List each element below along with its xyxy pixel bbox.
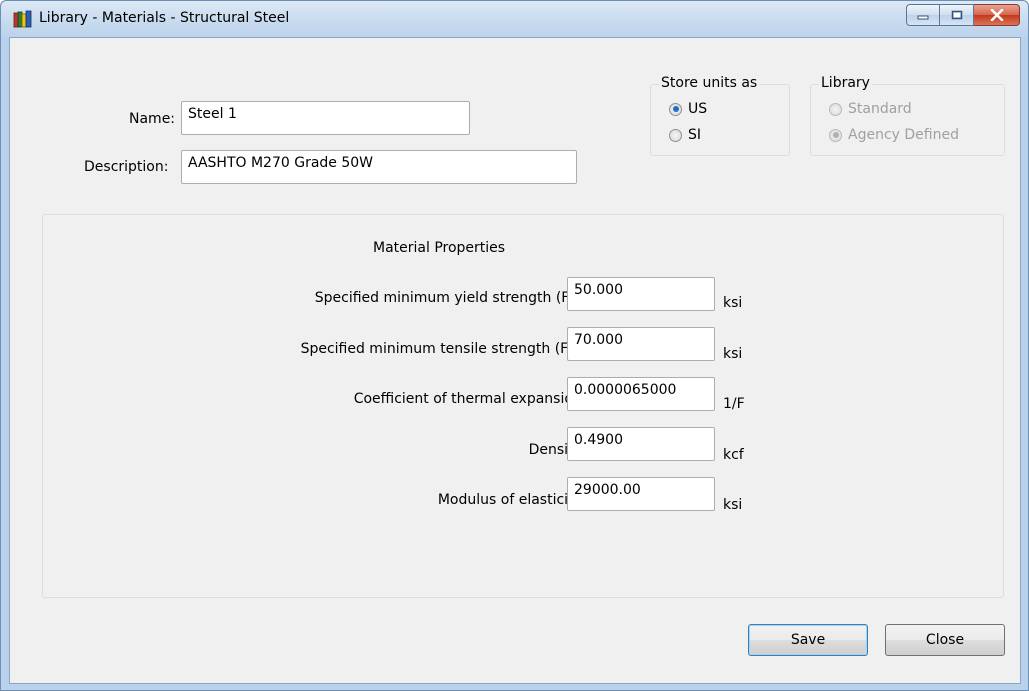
maximize-icon xyxy=(951,10,962,20)
library-option-agency-defined: Agency Defined xyxy=(829,127,959,143)
store-units-group: Store units as US SI xyxy=(650,75,790,156)
library-option-label: Standard xyxy=(848,101,912,117)
description-field[interactable]: AASHTO M270 Grade 50W xyxy=(181,150,577,184)
title-bar[interactable]: Library - Materials - Structural Steel xyxy=(1,1,1028,37)
name-label: Name: xyxy=(129,111,176,127)
close-window-button[interactable] xyxy=(974,4,1020,26)
maximize-button[interactable] xyxy=(940,4,974,26)
units-option-us[interactable]: US xyxy=(669,101,707,117)
units-option-si[interactable]: SI xyxy=(669,127,701,143)
thermal-expansion-field[interactable]: 0.0000065000 xyxy=(567,377,715,411)
radio-button[interactable] xyxy=(669,128,682,142)
units-option-label: SI xyxy=(688,127,702,143)
window-title: Library - Materials - Structural Steel xyxy=(39,10,290,26)
books-icon xyxy=(13,10,32,28)
density-unit: kcf xyxy=(723,447,744,463)
library-group: Library Standard Agency Defined xyxy=(810,75,1005,156)
tensile-strength-label: Specified minimum tensile strength (Fu) … xyxy=(300,341,598,357)
name-field[interactable]: Steel 1 xyxy=(181,101,470,135)
material-properties-panel: Material Properties Specified minimum yi… xyxy=(42,214,1004,598)
caption-buttons xyxy=(906,4,1020,26)
yield-strength-unit: ksi xyxy=(723,295,743,311)
tensile-strength-field[interactable]: 70.000 xyxy=(567,327,715,361)
minimize-icon xyxy=(917,15,929,20)
close-icon xyxy=(990,9,1003,21)
modulus-field[interactable]: 29000.00 xyxy=(567,477,715,511)
library-option-standard: Standard xyxy=(829,101,912,117)
minimize-button[interactable] xyxy=(906,4,940,26)
material-properties-title: Material Properties xyxy=(373,240,506,256)
save-button[interactable]: Save xyxy=(748,624,868,656)
units-option-label: US xyxy=(688,101,708,117)
radio-button xyxy=(829,102,842,116)
close-button[interactable]: Close xyxy=(885,624,1005,656)
library-option-label: Agency Defined xyxy=(848,127,959,143)
description-label: Description: xyxy=(84,159,169,175)
yield-strength-label: Specified minimum yield strength (Fy) = xyxy=(314,290,598,306)
density-field[interactable]: 0.4900 xyxy=(567,427,715,461)
radio-button[interactable] xyxy=(669,102,682,116)
store-units-title: Store units as xyxy=(659,75,760,91)
thermal-expansion-label: Coefficient of thermal expansion = xyxy=(353,391,598,407)
yield-strength-field[interactable]: 50.000 xyxy=(567,277,715,311)
dialog-client-area: Name: Steel 1 Description: AASHTO M270 G… xyxy=(9,37,1021,684)
library-title: Library xyxy=(819,75,872,91)
dialog-window: Library - Materials - Structural Steel N… xyxy=(0,0,1029,691)
radio-button xyxy=(829,128,842,142)
modulus-unit: ksi xyxy=(723,497,743,513)
tensile-strength-unit: ksi xyxy=(723,346,743,362)
thermal-expansion-unit: 1/F xyxy=(723,396,745,412)
